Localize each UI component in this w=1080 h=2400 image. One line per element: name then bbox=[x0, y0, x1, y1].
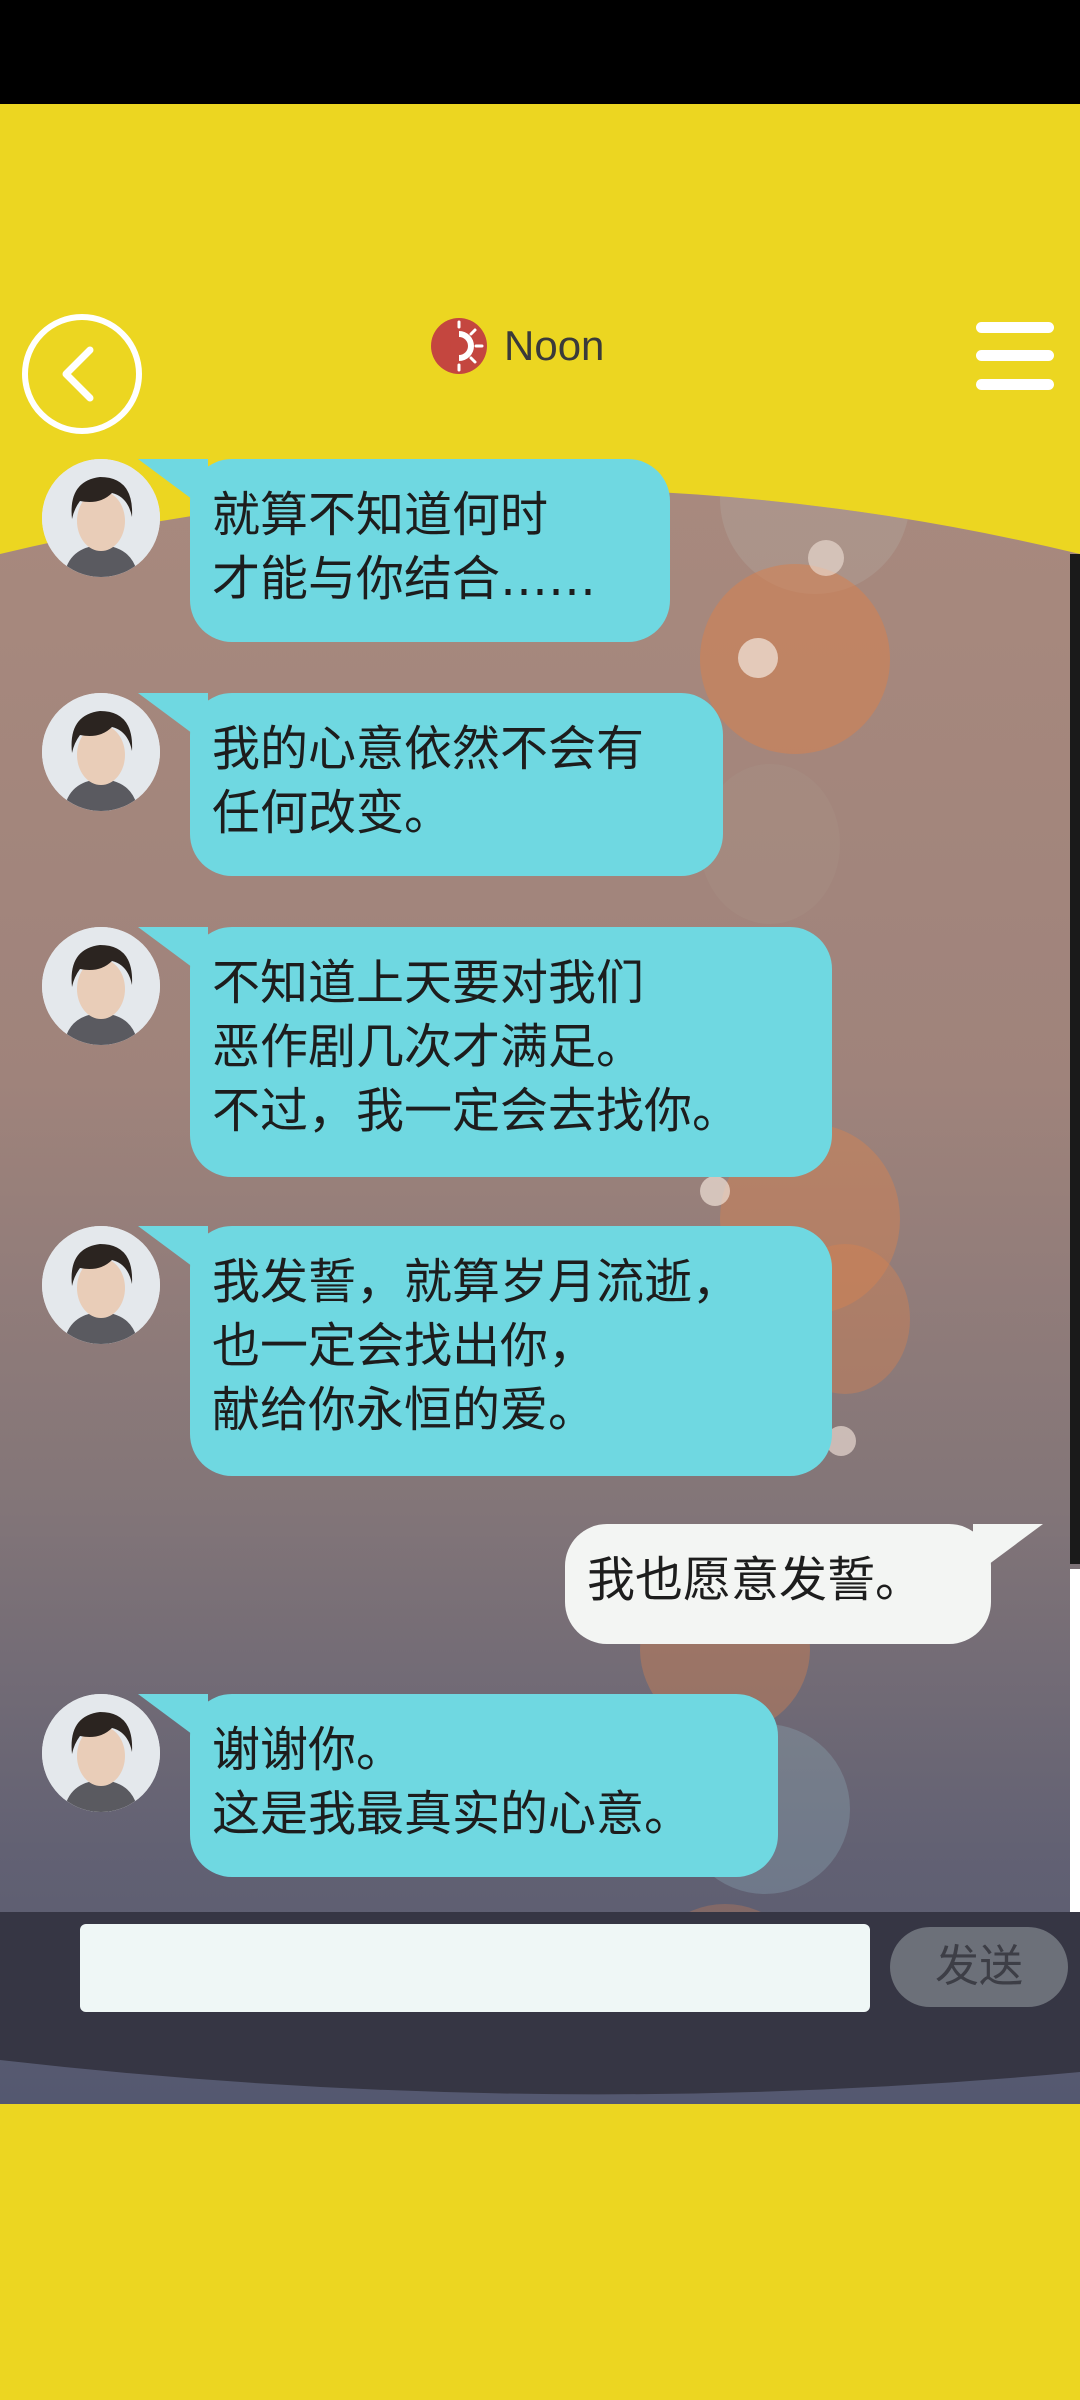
header: Noon bbox=[0, 104, 1080, 444]
scrollbar-thumb[interactable] bbox=[1070, 1569, 1080, 1949]
background-bokeh bbox=[738, 638, 778, 678]
chat-app: Noon 就算不知道何时 才能与你结合…… 我的心意依然不会有 任何改变。 不知… bbox=[0, 104, 1080, 2400]
message-input[interactable] bbox=[80, 1924, 870, 2012]
sun-icon bbox=[431, 318, 487, 374]
menu-button[interactable] bbox=[976, 322, 1054, 390]
message-bubble-outgoing: 我也愿意发誓。 bbox=[565, 1524, 1043, 1644]
message-bubble-incoming: 我发誓，就算岁月流逝， 也一定会找出你， 献给你永恒的爱。 bbox=[138, 1226, 832, 1476]
background-bokeh bbox=[700, 564, 890, 754]
background-bokeh bbox=[808, 540, 844, 576]
send-button[interactable]: 发送 bbox=[890, 1927, 1068, 2007]
scrollbar-track[interactable] bbox=[1070, 554, 1080, 1564]
message-bubble-incoming: 不知道上天要对我们 恶作剧几次才满足。 不过，我一定会去找你。 bbox=[138, 927, 832, 1177]
chat-title: Noon bbox=[504, 322, 605, 369]
hamburger-menu-icon bbox=[976, 322, 1054, 333]
back-button[interactable] bbox=[22, 314, 142, 434]
status-bar bbox=[0, 0, 1080, 104]
message-bubble-incoming: 就算不知道何时 才能与你结合…… bbox=[138, 459, 670, 642]
chat-title-group: Noon bbox=[430, 316, 604, 376]
message-bubble-incoming: 我的心意依然不会有 任何改变。 bbox=[138, 693, 723, 876]
background-bokeh bbox=[700, 1176, 730, 1206]
message-bubble-incoming: 谢谢你。 这是我最真实的心意。 bbox=[138, 1694, 778, 1877]
chevron-left-icon bbox=[62, 346, 94, 402]
